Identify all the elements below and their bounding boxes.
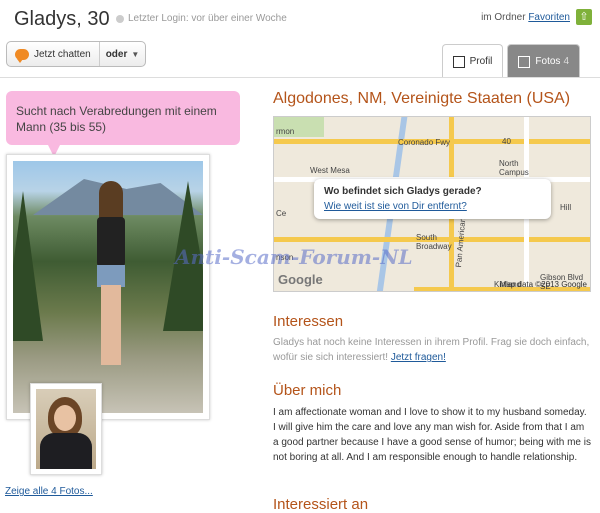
interested-in-title: Interessiert an: [273, 496, 369, 513]
profile-card-icon: [452, 55, 465, 68]
map-label-armon: rmon: [276, 127, 295, 136]
map-label-hill: Hill: [560, 203, 572, 212]
last-login-status: Letzter Login: vor über einer Woche: [116, 13, 287, 24]
map-label-west-mesa: West Mesa: [310, 166, 350, 175]
chat-bubble-icon: [15, 48, 29, 63]
map-info-popup: Wo befindet sich Gladys gerade? Wie weit…: [314, 179, 551, 219]
tab-profile[interactable]: Profil: [441, 44, 504, 78]
status-dot-icon: [116, 14, 124, 23]
thumbnail-photo[interactable]: [30, 383, 102, 475]
chevron-down-icon: ▼: [131, 49, 140, 59]
profile-tabs: Profil Fotos 4: [441, 44, 580, 78]
chat-now-label: Jetzt chatten: [34, 48, 91, 60]
photo-person-legs: [101, 285, 121, 365]
map-popup-question: Wo befindet sich Gladys gerade?: [324, 186, 482, 197]
folder-info: im Ordner Favoriten: [481, 12, 570, 23]
location-title: Algodones, NM, Vereinigte Staaten (USA): [273, 90, 571, 107]
tab-photos[interactable]: Fotos 4: [507, 44, 580, 78]
map-label-north-campus: North Campus: [499, 159, 529, 177]
photos-icon: [518, 55, 531, 68]
last-login-text: Letzter Login: vor über einer Woche: [128, 13, 287, 24]
tab-photos-label: Fotos: [535, 56, 561, 67]
photo-person-shorts: [97, 265, 125, 287]
looking-for-bubble: Sucht nach Verabredungen mit einem Mann …: [6, 91, 240, 157]
map-label-route-40: 40: [502, 137, 511, 146]
about-text: I am affectionate woman and I love to sh…: [273, 407, 591, 463]
interests-text-block: Gladys hat noch keine Interessen in ihre…: [273, 335, 591, 365]
map-label-coronado: Coronado Fwy: [398, 138, 451, 147]
photo-person-top: [97, 217, 125, 267]
thumbnail-image: [36, 389, 96, 469]
location-heading-wrap: Algodones, NM, Vereinigte Staaten (USA): [273, 90, 593, 108]
favorites-link[interactable]: Favoriten: [528, 12, 570, 23]
profile-header: Gladys, 30 Letzter Login: vor über einer…: [0, 0, 600, 40]
tab-profile-label: Profil: [469, 56, 493, 67]
more-actions-label: oder: [105, 48, 128, 60]
google-logo: Google: [278, 272, 323, 287]
about-title: Über mich: [273, 382, 342, 399]
profile-name-age: Gladys, 30: [14, 8, 110, 30]
watermark-text: Anti-Scam-Forum-NL: [175, 245, 413, 269]
chat-action-group: Jetzt chatten oder ▼: [6, 41, 147, 67]
tab-photos-count: 4: [563, 56, 569, 67]
show-all-photos-link[interactable]: Zeige alle 4 Fotos...: [5, 486, 93, 497]
more-actions-dropdown[interactable]: oder ▼: [100, 42, 146, 66]
interests-title: Interessen: [273, 313, 344, 330]
map-label-south-broadway: South Broadway: [416, 233, 452, 251]
main-photo-image: [13, 161, 203, 413]
folder-prefix: im Ordner: [481, 12, 526, 23]
ask-now-link[interactable]: Jetzt fragen!: [391, 352, 446, 363]
distance-link[interactable]: Wie weit ist sie von Dir entfernt?: [324, 201, 467, 212]
main-photo[interactable]: [6, 154, 210, 420]
tab-divider: [0, 77, 600, 78]
thumb-coat: [40, 433, 92, 469]
chat-now-button[interactable]: Jetzt chatten: [7, 42, 100, 66]
add-favorite-icon[interactable]: ⇧: [576, 9, 592, 25]
map-label-ce: Ce: [276, 209, 287, 218]
photo-person: [91, 181, 131, 365]
map-copyright: Map data ©2013 Google: [499, 280, 587, 289]
thumb-face: [54, 405, 76, 431]
